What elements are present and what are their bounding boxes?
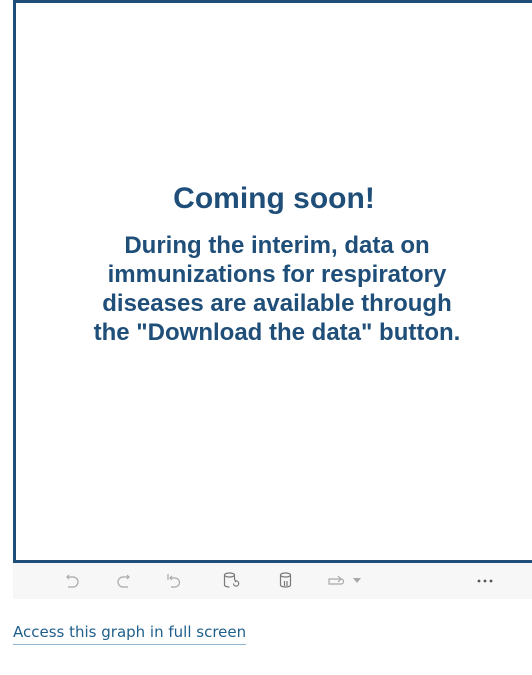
chevron-down-icon [353, 578, 361, 584]
pause-updates-button[interactable] [276, 569, 298, 593]
more-options-button[interactable] [473, 569, 497, 593]
redo-button[interactable] [113, 569, 135, 593]
revert-button[interactable] [163, 569, 185, 593]
notice-title: Coming soon! [173, 182, 375, 215]
redo-icon [116, 572, 132, 590]
revert-icon [165, 572, 183, 590]
share-button[interactable] [321, 569, 367, 593]
notice-message: Coming soon! During the interim, data on… [16, 181, 532, 347]
refresh-data-icon [222, 571, 240, 591]
notice-body: During the interim, data on immunization… [93, 232, 461, 346]
share-icon [327, 574, 347, 588]
pause-updates-icon [278, 571, 296, 591]
viz-toolbar [13, 563, 532, 599]
refresh-data-button[interactable] [220, 569, 242, 593]
fullscreen-link[interactable]: Access this graph in full screen [13, 623, 247, 645]
fullscreen-link-container: Access this graph in full screen [13, 623, 247, 645]
more-options-icon [477, 579, 493, 583]
undo-icon [64, 572, 80, 590]
visualization-frame: Coming soon! During the interim, data on… [13, 0, 532, 563]
undo-button[interactable] [61, 569, 83, 593]
page: Coming soon! During the interim, data on… [0, 0, 532, 675]
